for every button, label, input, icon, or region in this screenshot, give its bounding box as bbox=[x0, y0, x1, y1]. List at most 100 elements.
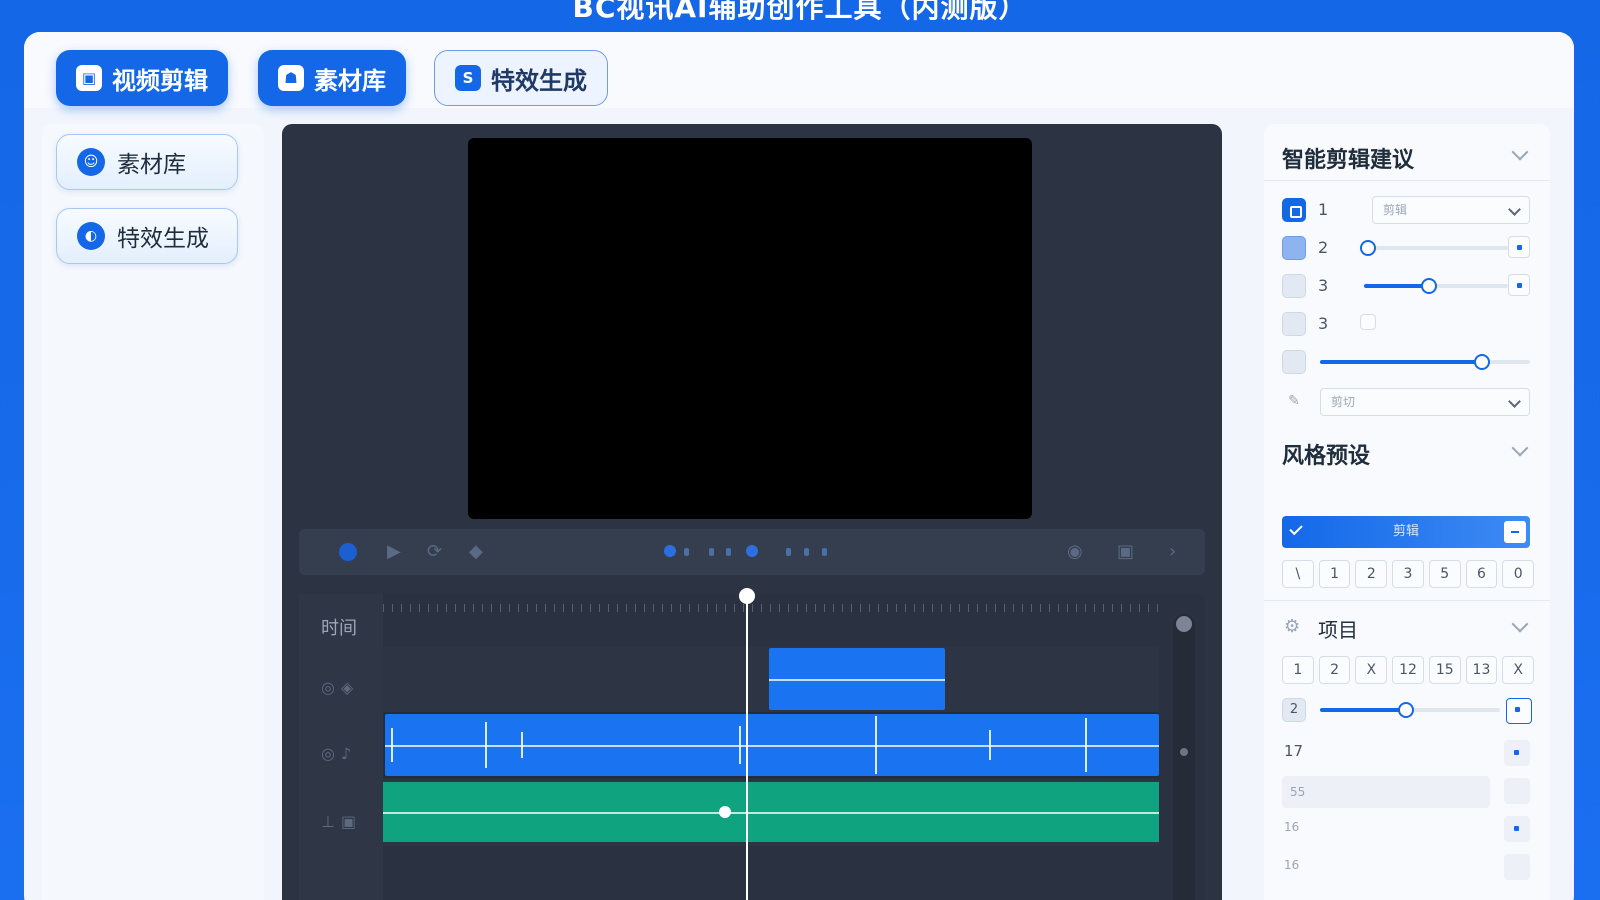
suggestion-select[interactable]: 剪辑 bbox=[1372, 196, 1530, 224]
chevron-down-icon[interactable] bbox=[1511, 439, 1529, 457]
playhead-handle[interactable] bbox=[739, 588, 755, 604]
project-chip[interactable]: X bbox=[1502, 656, 1535, 684]
style-chip-row: \ 1 2 3 5 6 0 bbox=[1282, 560, 1535, 588]
pin-icon: ✎ bbox=[1288, 393, 1300, 409]
project-row-label: 16 bbox=[1284, 858, 1300, 872]
scrubber-handle[interactable] bbox=[664, 545, 676, 557]
audio-track-icon: ◎♪ bbox=[321, 744, 358, 763]
divider bbox=[1264, 180, 1550, 181]
style-chip[interactable]: 5 bbox=[1428, 560, 1461, 588]
slider-handle[interactable] bbox=[1398, 702, 1415, 718]
sidebar-item-label: 素材库 bbox=[117, 152, 186, 178]
chevron-down-icon[interactable] bbox=[1511, 615, 1529, 633]
project-chip-row: 1 2 X 12 15 13 X bbox=[1282, 656, 1535, 684]
play-icon[interactable] bbox=[1282, 312, 1306, 336]
section-title-suggestions: 智能剪辑建议 bbox=[1282, 148, 1415, 173]
effects-icon: ◐ bbox=[77, 222, 105, 250]
project-chip[interactable]: 12 bbox=[1392, 656, 1424, 684]
project-dropdown-button[interactable] bbox=[1504, 740, 1530, 766]
tab-label: 视频剪辑 bbox=[112, 66, 208, 95]
snapshot-icon[interactable]: ◉ bbox=[1067, 542, 1083, 562]
slider-handle[interactable] bbox=[1360, 240, 1377, 256]
loop-icon[interactable]: ⟳ bbox=[427, 542, 442, 562]
option-checkbox[interactable] bbox=[1360, 314, 1376, 330]
style-chip[interactable]: 3 bbox=[1392, 560, 1424, 588]
sidebar-item-library[interactable]: ☺ 素材库 bbox=[56, 134, 238, 190]
scroll-thumb[interactable] bbox=[1180, 748, 1188, 756]
play-button[interactable]: ▶ bbox=[387, 542, 401, 562]
keyframe-handle[interactable] bbox=[719, 806, 731, 818]
slider-value-box[interactable] bbox=[1508, 274, 1530, 296]
project-dropdown-button[interactable] bbox=[1506, 698, 1532, 724]
project-chip[interactable]: 2 bbox=[1318, 656, 1351, 684]
scroll-up-icon[interactable] bbox=[1176, 616, 1192, 632]
scrubber-marker bbox=[746, 545, 758, 557]
suggestion-slider[interactable] bbox=[1364, 278, 1508, 294]
timeline-scrollbar[interactable] bbox=[1173, 614, 1195, 900]
style-chip[interactable]: 2 bbox=[1355, 560, 1388, 588]
app-frame: ▣ 视频剪辑 ☗ 素材库 S 特效生成 ☺ 素材库 ◐ 特效生成 ▶ ⟳ ◆ ◉… bbox=[24, 32, 1574, 900]
audio-clip[interactable] bbox=[385, 714, 1159, 776]
library-icon: ☺ bbox=[77, 148, 105, 176]
video-track-icon: ◎◈ bbox=[321, 678, 360, 697]
option-toggle-icon[interactable] bbox=[1282, 274, 1306, 298]
project-row[interactable]: 55 bbox=[1282, 776, 1490, 808]
chevron-right-icon[interactable]: › bbox=[1169, 542, 1176, 562]
time-ruler[interactable] bbox=[383, 594, 1159, 624]
project-row-action[interactable] bbox=[1504, 778, 1530, 804]
record-button[interactable] bbox=[339, 543, 357, 561]
scrubber-tick bbox=[726, 548, 731, 556]
music-waveform bbox=[383, 812, 1159, 814]
style-chip[interactable]: 0 bbox=[1502, 560, 1535, 588]
collapse-button[interactable] bbox=[1504, 521, 1526, 543]
waveform-spike bbox=[739, 726, 741, 764]
playback-scrubber[interactable] bbox=[664, 545, 854, 557]
track-lane-video bbox=[383, 646, 1159, 712]
project-row-action[interactable] bbox=[1504, 854, 1530, 880]
suggestion-slider[interactable] bbox=[1360, 240, 1508, 256]
slider-handle[interactable] bbox=[1473, 354, 1490, 370]
row-number: 2 bbox=[1318, 238, 1329, 257]
project-slider[interactable] bbox=[1320, 702, 1500, 718]
project-chip[interactable]: 15 bbox=[1428, 656, 1461, 684]
project-chip[interactable]: X bbox=[1355, 656, 1388, 684]
slider-value-box[interactable] bbox=[1508, 236, 1530, 258]
project-row-action[interactable] bbox=[1504, 816, 1530, 842]
project-chip[interactable]: 1 bbox=[1282, 656, 1314, 684]
time-label: 时间 bbox=[321, 618, 357, 639]
suggestion-slider[interactable] bbox=[1320, 354, 1530, 370]
suggestion-select[interactable]: 剪切 bbox=[1320, 388, 1530, 416]
waveform-spike bbox=[485, 722, 487, 768]
playback-controls: ▶ ⟳ ◆ ◉ ▣ › bbox=[299, 529, 1205, 575]
sidebar-item-effects[interactable]: ◐ 特效生成 bbox=[56, 208, 238, 264]
timeline: 时间 ◎◈ ◎♪ ⊥▣ bbox=[299, 588, 1205, 900]
video-edit-icon: ▣ bbox=[76, 65, 102, 91]
volume-icon[interactable]: ◆ bbox=[469, 542, 483, 562]
library-icon: ☗ bbox=[278, 65, 304, 91]
video-clip[interactable] bbox=[769, 648, 945, 710]
check-icon bbox=[1289, 521, 1303, 536]
music-clip[interactable] bbox=[383, 782, 1159, 842]
style-chip[interactable]: 1 bbox=[1318, 560, 1351, 588]
project-row-label: 16 bbox=[1284, 820, 1300, 834]
tab-video-edit[interactable]: ▣ 视频剪辑 bbox=[56, 50, 228, 106]
row-number: 3 bbox=[1318, 276, 1329, 295]
scrubber-tick bbox=[822, 548, 827, 556]
effects-icon: S bbox=[455, 65, 481, 91]
style-preset-selected[interactable]: 剪辑 bbox=[1282, 516, 1530, 548]
style-chip[interactable]: \ bbox=[1282, 560, 1314, 588]
option-toggle-icon[interactable] bbox=[1282, 350, 1306, 374]
right-panel: 智能剪辑建议 1 剪辑 2 3 3 ✎ 剪切 风格预设 剪辑 \ 1 2 3 5… bbox=[1264, 124, 1550, 900]
option-toggle-icon[interactable] bbox=[1282, 198, 1306, 222]
tab-library[interactable]: ☗ 素材库 bbox=[258, 50, 406, 106]
style-chip[interactable]: 6 bbox=[1465, 560, 1498, 588]
tab-effects[interactable]: S 特效生成 bbox=[434, 50, 608, 106]
slider-handle[interactable] bbox=[1420, 278, 1437, 294]
track-lane-music bbox=[383, 780, 1159, 846]
project-count: 17 bbox=[1284, 742, 1304, 760]
video-preview[interactable] bbox=[468, 138, 1032, 519]
option-toggle-icon[interactable] bbox=[1282, 236, 1306, 260]
project-chip[interactable]: 13 bbox=[1465, 656, 1498, 684]
chevron-down-icon[interactable] bbox=[1511, 143, 1529, 161]
export-icon[interactable]: ▣ bbox=[1117, 542, 1134, 562]
